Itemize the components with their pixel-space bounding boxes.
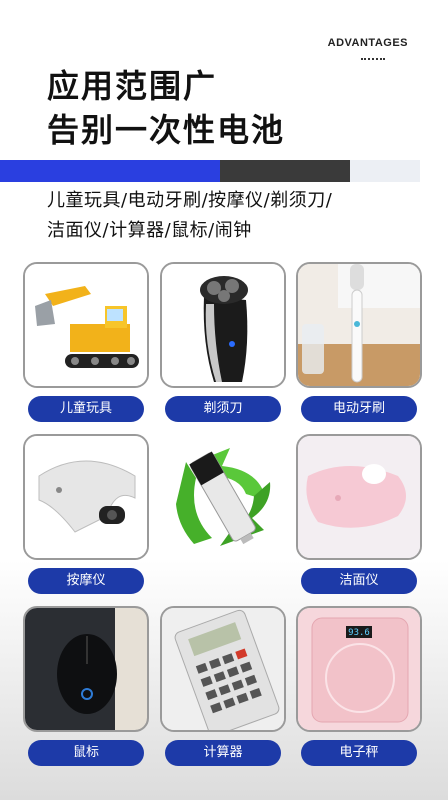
toy-excavator-icon <box>25 264 147 386</box>
card-shaver <box>160 262 286 388</box>
advantages-tag: ADVANTAGES <box>327 37 408 49</box>
label-facial-cleanser: 洁面仪 <box>301 568 417 594</box>
divider-bar <box>0 160 420 182</box>
neck-massager-icon <box>25 436 147 558</box>
facial-cleanser-icon <box>298 436 420 558</box>
label-toothbrush: 电动牙刷 <box>301 396 417 422</box>
label-calculator: 计算器 <box>165 740 281 766</box>
label-scale: 电子秤 <box>301 740 417 766</box>
scale-reading: 93.6 <box>348 628 370 638</box>
toothbrush-icon <box>298 264 420 386</box>
card-battery <box>160 434 286 560</box>
card-mouse <box>23 606 149 732</box>
shaver-icon <box>162 264 284 386</box>
page-title-line1: 应用范围广 <box>47 67 218 105</box>
card-toy <box>23 262 149 388</box>
card-calculator <box>160 606 286 732</box>
label-massager: 按摩仪 <box>28 568 144 594</box>
recycle-battery-icon <box>176 448 271 546</box>
label-mouse: 鼠标 <box>28 740 144 766</box>
subtitle-line2: 洁面仪/计算器/鼠标/闹钟 <box>47 220 252 241</box>
label-shaver: 剃须刀 <box>165 396 281 422</box>
card-toothbrush <box>296 262 422 388</box>
mouse-icon <box>25 608 147 730</box>
card-scale: 93.6 <box>296 606 422 732</box>
page-title-line2: 告别一次性电池 <box>47 111 286 149</box>
scale-icon: 93.6 <box>298 608 420 730</box>
card-facial-cleanser <box>296 434 422 560</box>
subtitle-line1: 儿童玩具/电动牙刷/按摩仪/剃须刀/ <box>47 190 333 211</box>
card-massager <box>23 434 149 560</box>
calculator-icon <box>162 608 284 730</box>
divider-blue <box>0 160 220 182</box>
dots-decoration <box>361 58 385 60</box>
label-toy: 儿童玩具 <box>28 396 144 422</box>
